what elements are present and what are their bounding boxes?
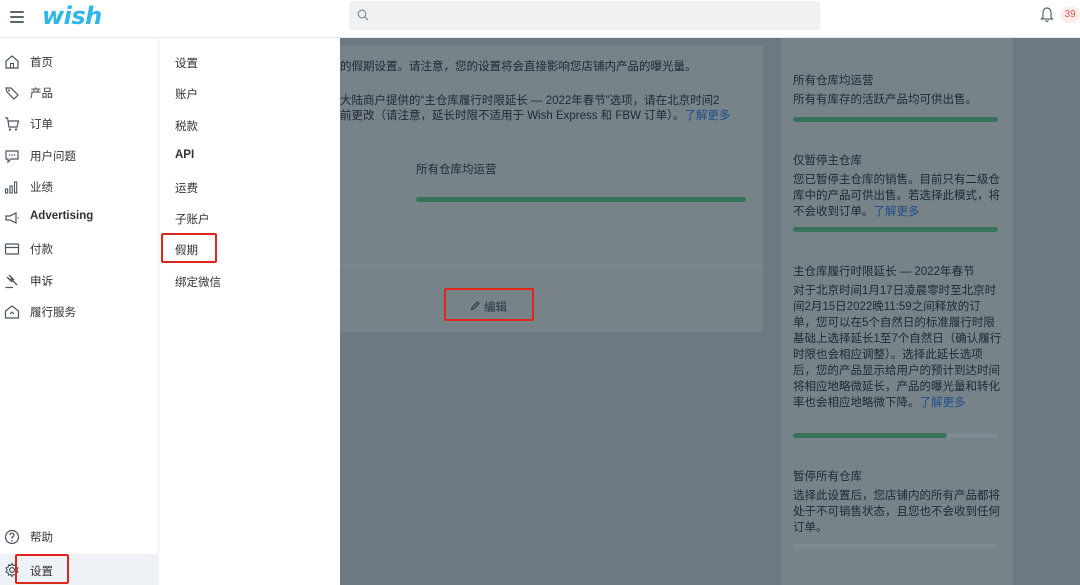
option-description: 对于北京时间1月17日凌晨零时至北京时间2月15日2022晚11:59之间释放的… <box>793 283 1003 411</box>
current-option-label: 所有仓库均运营 <box>416 164 497 176</box>
option-description: 选择此设置后，您店铺内的所有产品都将处于不可销售状态，且您也不会收到任何订单。 <box>793 490 1000 534</box>
sidebar-item-label: 付款 <box>30 244 53 256</box>
sidebar-item-appeals[interactable]: 申诉 <box>0 267 159 295</box>
sidebar-item-label: 订单 <box>30 119 53 131</box>
vacation-settings-card: 的假期设置。请注意，您的设置将会直接影响您店铺内产品的曝光量。 大陆商户提供的“… <box>340 46 763 332</box>
megaphone-icon <box>5 212 19 224</box>
option-title: 主仓库履行时限延长 — 2022年春节 <box>793 266 975 278</box>
option-description: 所有有库存的活跃产品均可供出售。 <box>793 94 977 106</box>
sidebar-item-payments[interactable]: 付款 <box>0 235 159 263</box>
wish-logo[interactable]: wish <box>42 2 102 30</box>
sidebar-item-help[interactable]: 帮助 <box>0 523 159 551</box>
submenu-item-bind-wechat[interactable]: 绑定微信 <box>175 274 221 290</box>
option-description: 您已暂停主仓库的销售。目前只有二级仓库中的产品可供出售。若选择此模式，将不会收到… <box>793 172 1003 220</box>
learn-more-link[interactable]: 了解更多 <box>874 206 920 218</box>
sidebar-item-performance[interactable]: 业绩 <box>0 173 159 201</box>
option-progress <box>793 433 998 438</box>
options-panel: 所有仓库均运营 所有有库存的活跃产品均可供出售。 仅暂停主仓库 您已暂停主仓库的… <box>781 38 1013 585</box>
progress-fill <box>793 117 998 122</box>
submenu-item-settings[interactable]: 设置 <box>175 55 198 71</box>
gavel-icon <box>5 274 18 289</box>
sidebar: 首页 产品 订单 用户问题 业绩 Advertising 付款 申诉 履行服务 … <box>0 38 159 585</box>
option-progress <box>793 227 998 232</box>
option-title: 仅暂停主仓库 <box>793 155 862 167</box>
description-line: 前更改（请注意，延长时限不适用于 Wish Express 和 FBW 订单）。… <box>340 108 730 125</box>
current-option-progress <box>416 197 746 202</box>
cart-icon <box>5 117 20 131</box>
option-title: 暂停所有仓库 <box>793 471 862 483</box>
progress-fill <box>416 197 746 202</box>
menu-icon[interactable] <box>10 9 24 23</box>
fulfillment-icon <box>4 305 20 319</box>
sidebar-item-products[interactable]: 产品 <box>0 79 159 107</box>
option-progress <box>793 544 998 549</box>
description-line: 的假期设置。请注意，您的设置将会直接影响您店铺内产品的曝光量。 <box>340 61 697 73</box>
notification-badge[interactable]: 39 <box>1060 7 1080 23</box>
bar-chart-icon <box>4 181 18 194</box>
sidebar-item-user-questions[interactable]: 用户问题 <box>0 142 159 170</box>
card-icon <box>4 243 20 255</box>
edit-button-label: 编辑 <box>484 302 507 314</box>
option-text: 对于北京时间1月17日凌晨零时至北京时间2月15日2022晚11:59之间释放的… <box>793 285 1002 409</box>
top-bar: wish 39 <box>0 0 1080 38</box>
search-icon <box>357 9 369 21</box>
chat-icon <box>5 150 19 164</box>
card-divider <box>340 265 763 266</box>
edit-button[interactable]: 编辑 <box>444 288 534 321</box>
sidebar-item-label: Advertising <box>30 210 94 222</box>
sidebar-item-label: 用户问题 <box>30 151 76 163</box>
progress-fill <box>793 227 998 232</box>
sidebar-item-label: 履行服务 <box>30 307 76 319</box>
description-text: 前更改（请注意，延长时限不适用于 Wish Express 和 FBW 订单）。 <box>340 110 685 122</box>
submenu-item-tax[interactable]: 税款 <box>175 118 198 134</box>
sidebar-item-fulfillment[interactable]: 履行服务 <box>0 298 159 326</box>
submenu-item-api[interactable]: API <box>175 149 194 161</box>
sidebar-item-label: 产品 <box>30 88 53 100</box>
help-icon <box>4 529 20 545</box>
submenu-item-shipping[interactable]: 运费 <box>175 180 198 196</box>
option-progress <box>793 117 998 122</box>
settings-highlight-box <box>15 554 69 584</box>
sidebar-item-label: 业绩 <box>30 182 53 194</box>
home-icon <box>5 55 19 69</box>
learn-more-link[interactable]: 了解更多 <box>920 397 966 409</box>
settings-submenu: 设置 账户 税款 API 运费 子账户 假期 绑定微信 <box>159 38 340 585</box>
sidebar-item-label: 帮助 <box>30 532 53 544</box>
option-title: 所有仓库均运营 <box>793 75 874 87</box>
bell-icon[interactable] <box>1040 7 1054 23</box>
submenu-item-account[interactable]: 账户 <box>175 86 198 102</box>
search-input[interactable] <box>349 1 820 30</box>
sidebar-item-home[interactable]: 首页 <box>0 48 159 76</box>
sidebar-item-orders[interactable]: 订单 <box>0 110 159 138</box>
submenu-item-sub-accounts[interactable]: 子账户 <box>175 211 210 227</box>
pencil-icon <box>470 301 480 311</box>
vacation-highlight-box <box>161 233 217 263</box>
sidebar-item-label: 申诉 <box>30 276 53 288</box>
progress-fill <box>793 433 947 438</box>
sidebar-item-label: 首页 <box>30 57 53 69</box>
sidebar-item-advertising[interactable]: Advertising <box>0 204 159 232</box>
learn-more-link[interactable]: 了解更多 <box>684 110 730 122</box>
tag-icon <box>5 87 19 100</box>
main-content: 的假期设置。请注意，您的设置将会直接影响您店铺内产品的曝光量。 大陆商户提供的“… <box>340 38 1080 585</box>
